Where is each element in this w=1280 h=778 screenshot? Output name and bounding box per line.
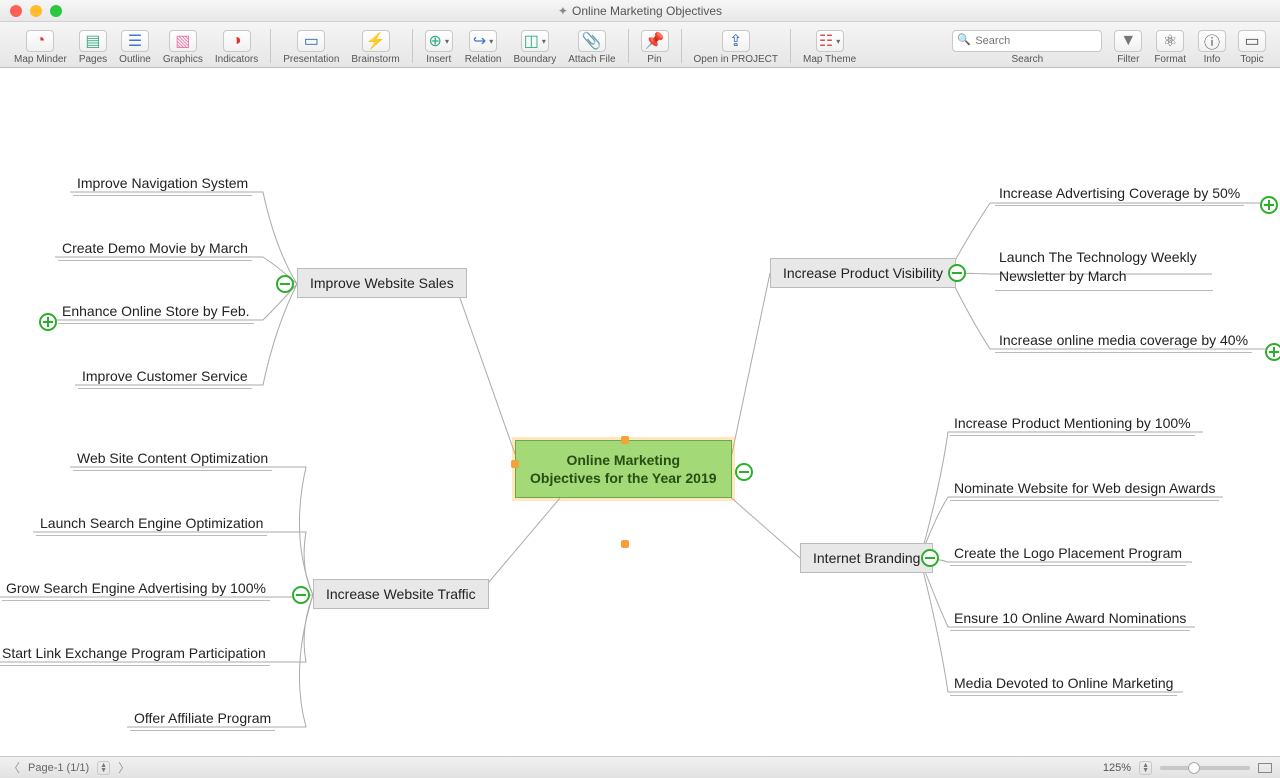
prev-page-button[interactable]: 〈 [8,759,20,776]
branch-improve-sales[interactable]: Improve Website Sales [297,268,467,298]
toolbar: ◔Map Minder ▤Pages ☰Outline ▧Graphics ◑I… [0,22,1280,68]
next-page-button[interactable]: 〉 [118,759,130,776]
central-topic-wrap[interactable]: Online Marketing Objectives for the Year… [515,440,732,498]
pin-button[interactable]: 📌Pin [635,30,675,67]
topic-button[interactable]: ▭Topic [1232,30,1272,67]
relation-button[interactable]: ↪▾Relation [459,30,508,67]
graphics-button[interactable]: ▧Graphics [157,30,209,67]
search-label: Search [1011,54,1043,65]
window-title: ✦Online Marketing Objectives [0,4,1280,18]
page-stepper[interactable]: ▲▼ [97,761,110,775]
central-line2: Objectives for the Year 2019 [530,469,717,487]
collapse-toggle-improve-sales[interactable] [276,275,294,293]
leaf-sea[interactable]: Grow Search Engine Advertising by 100% [2,578,270,601]
leaf-improve-navigation[interactable]: Improve Navigation System [73,173,252,196]
leaf-media-devoted[interactable]: Media Devoted to Online Marketing [950,673,1177,696]
maptheme-button[interactable]: ☷▾Map Theme [797,30,862,67]
open-in-project-button[interactable]: ⇪Open in PROJECT [688,30,784,67]
mindmap-canvas[interactable]: Online Marketing Objectives for the Year… [0,68,1280,738]
zoom-slider[interactable] [1160,766,1250,770]
leaf-affiliate[interactable]: Offer Affiliate Program [130,708,275,731]
central-line1: Online Marketing [530,451,717,469]
format-button[interactable]: ⚛Format [1148,30,1192,67]
search-field[interactable]: Search [946,30,1108,67]
search-input[interactable] [952,30,1102,52]
leaf-ad-coverage[interactable]: Increase Advertising Coverage by 50% [995,183,1244,206]
collapse-toggle-increase-traffic[interactable] [292,586,310,604]
leaf-seo[interactable]: Launch Search Engine Optimization [36,513,267,536]
zoom-level[interactable]: 125% [1103,762,1131,774]
collapse-toggle-central[interactable] [735,463,753,481]
info-button[interactable]: ⓘInfo [1192,30,1232,67]
status-bar: 〈 Page-1 (1/1) ▲▼ 〉 125% ▲▼ [0,756,1280,778]
title-bar: ✦Online Marketing Objectives [0,0,1280,22]
leaf-product-mentioning[interactable]: Increase Product Mentioning by 100% [950,413,1195,436]
branch-product-visibility[interactable]: Increase Product Visibility [770,258,956,288]
leaf-customer-service[interactable]: Improve Customer Service [78,366,252,389]
fit-view-button[interactable] [1258,763,1272,773]
leaf-award-nominations[interactable]: Ensure 10 Online Award Nominations [950,608,1190,631]
leaf-link-exchange[interactable]: Start Link Exchange Program Participatio… [0,643,270,666]
branch-internet-branding[interactable]: Internet Branding [800,543,933,573]
outline-button[interactable]: ☰Outline [113,30,157,67]
central-topic[interactable]: Online Marketing Objectives for the Year… [515,440,732,498]
collapse-toggle-product-visibility[interactable] [948,264,966,282]
branch-increase-traffic[interactable]: Increase Website Traffic [313,579,489,609]
presentation-button[interactable]: ▭Presentation [277,30,345,67]
connector-lines [0,68,1280,738]
expand-toggle-media-coverage[interactable] [1265,343,1280,361]
brainstorm-button[interactable]: ⚡Brainstorm [345,30,405,67]
mapminder-button[interactable]: ◔Map Minder [8,30,73,67]
leaf-newsletter[interactable]: Launch The Technology Weekly Newsletter … [995,246,1213,291]
expand-toggle-enhance-store[interactable] [39,313,57,331]
expand-toggle-ad-coverage[interactable] [1260,196,1278,214]
indicators-button[interactable]: ◑Indicators [209,30,264,67]
insert-button[interactable]: ⊕▾Insert [419,30,459,67]
zoom-stepper[interactable]: ▲▼ [1139,761,1152,775]
boundary-button[interactable]: ◫▾Boundary [507,30,562,67]
pages-button[interactable]: ▤Pages [73,30,113,67]
leaf-media-coverage[interactable]: Increase online media coverage by 40% [995,330,1252,353]
attachfile-button[interactable]: 📎Attach File [562,30,621,67]
leaf-nominate-awards[interactable]: Nominate Website for Web design Awards [950,478,1219,501]
leaf-content-optimization[interactable]: Web Site Content Optimization [73,448,272,471]
leaf-enhance-store[interactable]: Enhance Online Store by Feb. [58,301,254,324]
page-indicator[interactable]: Page-1 (1/1) [28,762,89,774]
collapse-toggle-internet-branding[interactable] [921,549,939,567]
leaf-demo-movie[interactable]: Create Demo Movie by March [58,238,252,261]
doc-icon: ✦ [558,4,568,18]
filter-button[interactable]: ▼Filter [1108,30,1148,67]
leaf-logo-placement[interactable]: Create the Logo Placement Program [950,543,1186,566]
